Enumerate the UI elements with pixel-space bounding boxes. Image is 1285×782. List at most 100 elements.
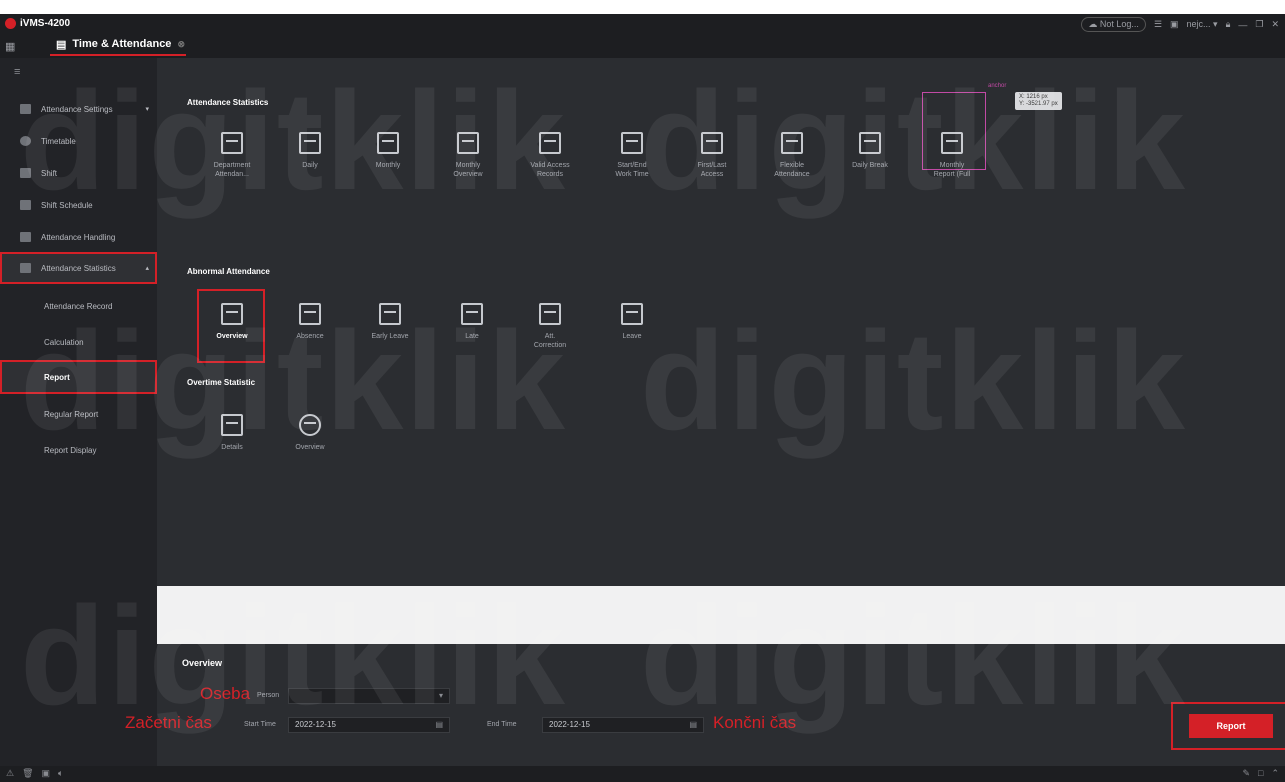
lock-icon[interactable]: 🔒︎ [1226,19,1231,30]
calendar-x-icon [299,303,321,325]
tile-label: Early Leave [371,333,409,340]
sidebar-item-shift[interactable]: Shift [0,159,157,187]
tile-label: Leave [622,333,642,340]
report-button[interactable]: Report [1189,714,1273,738]
calendar-icon: ▤ [56,38,67,51]
tile-flexible-attendance[interactable]: Flexible Attendance [757,132,827,180]
sidebar-subitem-regular-report[interactable]: Regular Report [0,400,157,428]
sidebar-subitem-calculation[interactable]: Calculation [0,328,157,356]
pin-icon[interactable]: ✎ [1242,768,1250,779]
list-icon[interactable]: ☰ [1154,19,1162,30]
trash-icon[interactable]: 🗑︎ [22,768,33,779]
sidebar-item-shift-schedule[interactable]: Shift Schedule [0,191,157,219]
bar-chart-icon [379,303,401,325]
tile-att-correction[interactable]: Att. Correction [515,303,585,351]
overview-panel: Overview Person ▾ Start Time 2022-12-15 ▤… [157,644,1285,766]
sidebar-item-attendance-handling[interactable]: Attendance Handling [0,223,157,251]
anchor-label: anchor [988,83,1007,89]
sidebar-subitem-attendance-record[interactable]: Attendance Record [0,292,157,320]
tile-daily-break[interactable]: Daily Break [835,132,905,171]
sidebar-item-label: Regular Report [44,409,99,419]
tab-close-icon[interactable]: ⊗ [177,39,185,50]
tile-label: Late [465,333,479,340]
tile-label: Monthly Overview [453,162,483,178]
tile-daily[interactable]: Daily [275,132,345,171]
tile-first-last-access[interactable]: First/Last Access [677,132,747,180]
divider-band [157,586,1285,644]
calendar-icon [377,132,399,154]
briefcase-icon [621,303,643,325]
tile-label: Flexible Attendance [774,162,810,178]
end-time-field[interactable]: 2022-12-15 ▤ [542,717,704,733]
person-select[interactable]: ▾ [288,688,450,704]
tile-label: Overview [295,444,325,451]
cloud-login-label: Not Log... [1099,19,1139,29]
image-icon[interactable]: ▣ [1170,19,1179,30]
user-menu[interactable]: nejc... ▾ [1187,19,1218,30]
report-icon [221,132,243,154]
tile-label: Department Attendan... [213,162,251,178]
menu-toggle-icon[interactable]: ≡ [14,66,20,78]
tile-valid-access-records[interactable]: Valid Access Records [515,132,585,180]
cloud-login-button[interactable]: ☁ Not Log... [1081,17,1146,32]
sidebar-item-label: Attendance Statistics [41,263,116,273]
tile-department-attendance[interactable]: Department Attendan... [197,132,267,180]
tile-highlight-box [922,92,986,170]
tab-time-attendance[interactable]: ▤ Time & Attendance ⊗ [50,34,186,56]
calendar-icon[interactable]: ▤ [435,718,443,732]
app-grid-icon[interactable]: ▦ [5,40,15,53]
tile-details[interactable]: Details [197,414,267,453]
sidebar-subitem-report[interactable]: Report [0,360,157,394]
app-logo-icon [5,18,16,29]
restore-icon[interactable]: ❐ [1255,19,1263,30]
document-icon [221,414,243,436]
display-icon[interactable]: ▣ [42,768,51,779]
collapse-icon[interactable]: ⌃ [1271,768,1279,779]
start-time-field[interactable]: 2022-12-15 ▤ [288,717,450,733]
close-icon[interactable]: ✕ [1271,19,1279,30]
tile-monthly[interactable]: Monthly [353,132,423,171]
window-icon[interactable]: □ [1258,768,1263,779]
sidebar: ≡ Attendance Settings ▾ Timetable Shift S… [0,58,157,766]
shift-icon [20,168,31,178]
calendar-clock-icon [781,132,803,154]
annotation-person: Oseba [200,684,251,703]
sidebar-subitem-report-display[interactable]: Report Display [0,436,157,464]
annotation-start-time: Začetni čas [125,713,212,732]
sidebar-item-label: Shift Schedule [41,200,93,210]
chevron-down-icon: ▾ [438,691,443,700]
overview-highlight-box [197,289,265,363]
sidebar-item-attendance-settings[interactable]: Attendance Settings ▾ [0,95,157,123]
overview-panel-title: Overview [182,658,223,668]
title-bar: iVMS-4200 ☁ Not Log... ☰ ▣ nejc... ▾ 🔒︎ … [0,14,1285,34]
tile-label: Monthly [375,162,401,169]
tile-early-leave[interactable]: Early Leave [355,303,425,342]
alarm-icon[interactable]: ⚠ [6,768,14,779]
tile-monthly-overview[interactable]: Monthly Overview [433,132,503,180]
tile-absence[interactable]: Absence [275,303,345,342]
cloud-icon: ☁ [1088,19,1098,29]
tile-leave[interactable]: Leave [597,303,667,342]
tile-label: Daily [302,162,318,169]
chevron-up-icon: ▴ [145,265,149,272]
sidebar-item-label: Attendance Record [44,301,113,311]
minimize-icon[interactable]: — [1238,20,1247,30]
sidebar-item-attendance-statistics[interactable]: Attendance Statistics ▴ [0,252,157,284]
title-bar-controls: ☁ Not Log... ☰ ▣ nejc... ▾ 🔒︎ — ❐ ✕ [1081,17,1279,32]
speaker-icon[interactable]: 🔈︎ [58,768,63,779]
pie-chart-icon [299,414,321,436]
status-right-icons: ✎ □ ⌃ [1242,768,1279,779]
tile-overtime-overview[interactable]: Overview [275,414,345,453]
tile-start-end-work-time[interactable]: Start/End Work Time [597,132,667,180]
calendar-icon[interactable]: ▤ [689,718,697,732]
tile-late[interactable]: Late [437,303,507,342]
end-time-value: 2022-12-15 [549,720,590,729]
chevron-down-icon: ▾ [145,106,149,113]
sidebar-item-label: Attendance Settings [41,104,113,114]
sidebar-item-timetable[interactable]: Timetable [0,127,157,155]
coordinate-x: X: 1216 px [1019,94,1048,100]
correction-icon [539,303,561,325]
bar-chart-icon [701,132,723,154]
tab-label: Time & Attendance [72,38,172,50]
document-icon [621,132,643,154]
